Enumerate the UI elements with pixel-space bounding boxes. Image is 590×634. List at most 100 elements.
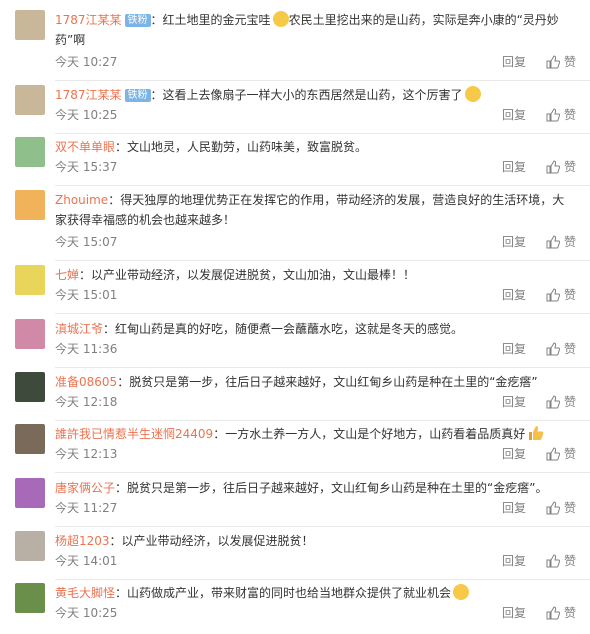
avatar[interactable] [15,531,45,561]
divider [55,313,590,314]
comment-text: Zhouime：得天独厚的地理优势正在发挥它的作用，带动经济的发展，营造良好的生… [55,190,576,230]
comment-text: 黄毛大脚怪：山药做成产业，带来财富的同时也给当地群众提供了就业机会 [55,583,576,603]
like-button[interactable]: 赞 [546,288,576,302]
divider [55,472,590,473]
timestamp: 今天 12:13 [55,447,118,461]
avatar[interactable] [15,10,45,40]
comment-text: 准备08605：脱贫只是第一步，往后日子越来越好，文山红甸乡山药是种在土里的“金… [55,372,576,392]
like-button[interactable]: 赞 [546,395,576,409]
divider [55,133,590,134]
like-button[interactable]: 赞 [546,554,576,568]
like-button[interactable]: 赞 [546,108,576,122]
fan-badge: 铁粉 [124,89,151,102]
avatar[interactable] [15,424,45,454]
username-link[interactable]: Zhouime [55,193,108,207]
avatar[interactable] [15,319,45,349]
timestamp: 今天 12:18 [55,395,118,409]
username-link[interactable]: 1787江某某 [55,88,122,102]
reply-button[interactable]: 回复 [502,108,526,122]
reply-button[interactable]: 回复 [502,160,526,174]
comment-content: ：脱贫只是第一步，往后日子越来越好，文山红甸乡山药是种在土里的“金疙瘩” [117,375,538,389]
like-label: 赞 [563,288,576,302]
comment-text: 唐家俩公子：脱贫只是第一步，往后日子越来越好，文山红甸乡山药是种在土里的“金疙瘩… [55,478,576,498]
comment-actions: 回复 赞 [502,285,576,305]
comment-content: ：以产业带动经济，以发展促进脱贫，文山加油，文山最棒！！ [79,268,416,282]
timestamp: 今天 14:01 [55,554,118,568]
username-link[interactable]: 杨超1203 [55,534,110,548]
avatar[interactable] [15,265,45,295]
reply-button[interactable]: 回复 [502,55,526,69]
avatar[interactable] [15,137,45,167]
reply-button[interactable]: 回复 [502,606,526,620]
like-label: 赞 [563,606,576,620]
avatar[interactable] [15,583,45,613]
divider [55,185,590,186]
comment-meta: 今天 15:01 回复 赞 [55,285,576,305]
avatar[interactable] [15,372,45,402]
username-link[interactable]: 誰許我已情惹半生迷惘24409 [55,427,213,441]
reply-button[interactable]: 回复 [502,501,526,515]
comment-meta: 今天 11:36 回复 赞 [55,339,576,359]
like-button[interactable]: 赞 [546,342,576,356]
like-label: 赞 [563,395,576,409]
comment-text: 杨超1203：以产业带动经济，以发展促进脱贫！ [55,531,576,551]
thumbs-up-icon [546,235,564,249]
comment-content: ：文山地灵，人民勤劳，山药味美，致富脱贫。 [115,140,368,154]
thumbs-up-icon [546,501,564,515]
comment-meta: 今天 12:18 回复 赞 [55,392,576,412]
like-label: 赞 [563,447,576,461]
reply-button[interactable]: 回复 [502,288,526,302]
username-link[interactable]: 七婵 [55,268,79,282]
username-link[interactable]: 双不单单眼 [55,140,115,154]
comment-meta: 今天 11:27 回复 赞 [55,498,576,518]
reply-button[interactable]: 回复 [502,342,526,356]
like-label: 赞 [563,235,576,249]
like-button[interactable]: 赞 [546,160,576,174]
fan-badge: 铁粉 [124,14,151,27]
reply-button[interactable]: 回复 [502,395,526,409]
timestamp: 今天 15:07 [55,235,118,249]
username-link[interactable]: 唐家俩公子 [55,481,115,495]
comment-text: 七婵：以产业带动经济，以发展促进脱贫，文山加油，文山最棒！！ [55,265,576,285]
comment-actions: 回复 赞 [502,232,576,252]
like-button[interactable]: 赞 [546,235,576,249]
thumbs-up-icon [546,342,564,356]
comment-meta: 今天 15:07 回复 赞 [55,232,576,252]
thumbs-up-icon [546,606,564,620]
comment-actions: 回复 赞 [502,498,576,518]
reply-button[interactable]: 回复 [502,447,526,461]
thumbs-up-icon [546,160,564,174]
like-button[interactable]: 赞 [546,606,576,620]
cry-laugh-emoji [272,11,289,27]
comment-actions: 回复 赞 [502,392,576,412]
comment-meta: 今天 15:37 回复 赞 [55,157,576,177]
comment-text: 1787江某某 铁粉 ：这看上去像扇子一样大小的东西居然是山药，这个厉害了 [55,85,576,105]
timestamp: 今天 10:25 [55,606,118,620]
avatar[interactable] [15,190,45,220]
comment-content: ：这看上去像扇子一样大小的东西居然是山药，这个厉害了 [150,88,463,102]
avatar[interactable] [15,85,45,115]
comment-actions: 回复 赞 [502,339,576,359]
like-button[interactable]: 赞 [546,501,576,515]
avatar[interactable] [15,478,45,508]
thinking-emoji [464,86,481,102]
thumbs-up-icon [546,108,564,122]
reply-button[interactable]: 回复 [502,235,526,249]
reply-button[interactable]: 回复 [502,554,526,568]
thumbs-up-icon [546,55,564,69]
like-button[interactable]: 赞 [546,447,576,461]
comment-actions: 回复 赞 [502,157,576,177]
username-link[interactable]: 准备08605 [55,375,117,389]
comment-content: ：一方水土养一方人，文山是个好地方，山药看着品质真好 [213,427,526,441]
comment-actions: 回复 赞 [502,52,576,72]
comment-content: ：得天独厚的地理优势正在发挥它的作用，带动经济的发展，营造良好的生活环境，大家获… [55,193,565,227]
like-button[interactable]: 赞 [546,55,576,69]
divider [55,579,590,580]
username-link[interactable]: 滇城江爷 [55,322,103,336]
username-link[interactable]: 黄毛大脚怪 [55,586,115,600]
comment-content: ：红土地里的金元宝哇 [150,13,271,27]
timestamp: 今天 11:27 [55,501,118,515]
username-link[interactable]: 1787江某某 [55,13,122,27]
thumbs-up-icon [546,395,564,409]
like-label: 赞 [563,160,576,174]
